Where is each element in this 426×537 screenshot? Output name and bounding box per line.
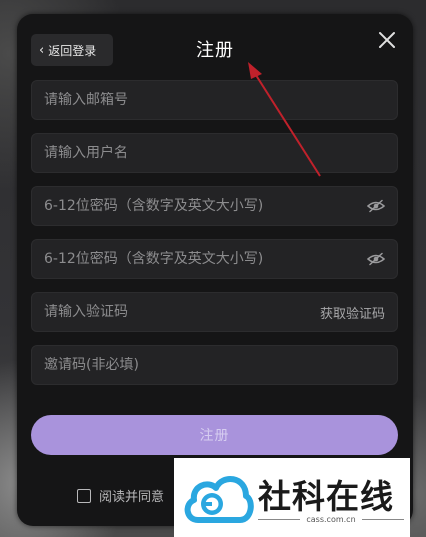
eye-off-icon[interactable] [367,252,385,266]
eye-off-icon[interactable] [367,199,385,213]
verification-code-input[interactable] [44,304,320,320]
username-field-container [31,133,398,173]
email-field-container [31,80,398,120]
watermark: 社科在线 cass.com.cn [174,458,410,537]
close-icon[interactable] [377,30,397,50]
modal-title: 注册 [196,40,234,61]
verification-code-field-container: 获取验证码 [31,292,398,332]
password-input[interactable] [44,198,367,214]
confirm-password-field-container [31,239,398,279]
username-input[interactable] [44,145,385,161]
watermark-url-row: cass.com.cn [258,515,404,524]
invite-code-field-container [31,345,398,385]
agree-label: 阅读并同意 [99,490,165,505]
agree-checkbox[interactable] [77,488,91,503]
password-field-container [31,186,398,226]
cloud-logo-icon [184,476,254,523]
watermark-name: 社科在线 [258,477,394,516]
invite-code-input[interactable] [44,357,385,373]
register-button[interactable]: 注册 [31,415,398,455]
email-input[interactable] [44,92,385,108]
confirm-password-input[interactable] [44,251,367,267]
get-code-button[interactable]: 获取验证码 [320,303,385,322]
register-modal: ‹ 返回登录 注册 获取验证码 注册 [17,14,413,526]
watermark-url: cass.com.cn [306,515,356,524]
agreement-row: 阅读并同意 [77,486,164,505]
